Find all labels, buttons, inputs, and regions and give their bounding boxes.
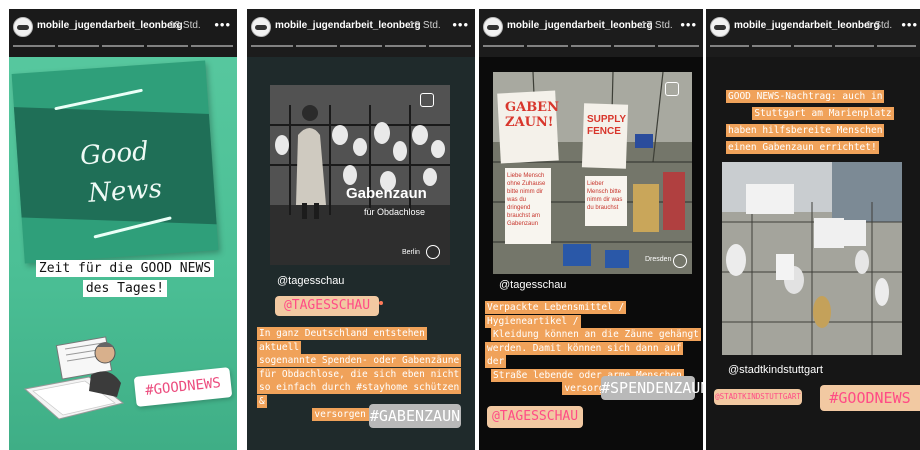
account-avatar-icon[interactable] (251, 17, 271, 37)
caption-line-1: Zeit für die GOOD NEWS (25, 259, 225, 278)
speaker-icon[interactable] (665, 82, 679, 96)
photo-credit: Dresden (645, 256, 672, 263)
source-handle[interactable]: @tagesschau (499, 279, 566, 291)
post-time: 18 Std. (169, 20, 201, 31)
more-options-icon[interactable]: ••• (452, 17, 469, 32)
tagesschau-logo-icon (673, 254, 687, 268)
gabenzaun-dresden-photo: GABEN ZAUN! SUPPLY FENCE Liebe Mensch oh… (493, 72, 692, 274)
hashtag-gabenzaun[interactable]: #GABENZAUN (369, 404, 461, 428)
story-1[interactable]: mobile_jugendarbeit_leonberg 18 Std. •••… (9, 9, 237, 450)
more-options-icon[interactable]: ••• (214, 17, 231, 32)
account-avatar-icon[interactable] (13, 17, 33, 37)
story-progress-bar (710, 45, 916, 47)
story-4[interactable]: mobile_jugendarbeit_leonberg 1 Std. ••• … (706, 9, 920, 450)
story-progress-bar (251, 45, 471, 47)
newspaper-reader-illustration (23, 336, 125, 420)
tagesschau-logo-icon (426, 245, 440, 259)
story-text-block: GOOD NEWS-Nachtrag: auch in Stuttgart am… (726, 90, 894, 154)
account-avatar-icon[interactable] (483, 17, 503, 37)
more-options-icon[interactable]: ••• (901, 17, 918, 32)
photo-credit: Berlin (402, 249, 420, 256)
account-name[interactable]: mobile_jugendarbeit_leonberg (507, 20, 653, 31)
story-header: mobile_jugendarbeit_leonberg 17 Std. ••• (479, 9, 703, 57)
sign-supply-fence: SUPPLY FENCE (587, 114, 626, 137)
gabenzaun-stuttgart-photo (722, 162, 902, 355)
hashtag-spendenzaun[interactable]: #SPENDENZAUN (601, 376, 703, 400)
mention-tagesschau[interactable]: @TAGESSCHAU (275, 296, 379, 316)
account-name[interactable]: mobile_jugendarbeit_leonberg (275, 20, 421, 31)
post-time: 1 Std. (866, 20, 893, 31)
photo-subtitle: für Obdachlose (364, 207, 426, 217)
more-options-icon[interactable]: ••• (680, 17, 697, 32)
story-progress-bar (13, 45, 233, 47)
post-time: 17 Std. (641, 20, 673, 31)
speaker-icon[interactable] (420, 93, 434, 107)
story-3[interactable]: mobile_jugendarbeit_leonberg 17 Std. ••• (479, 9, 703, 450)
caption-line-2: des Tages! (25, 279, 225, 298)
story-header: mobile_jugendarbeit_leonberg 18 Std. ••• (9, 9, 237, 57)
mention-tagesschau[interactable]: @TAGESSCHAU (487, 406, 583, 428)
account-avatar-icon[interactable] (710, 17, 730, 37)
sign-gabenzaun: GABEN ZAUN! (505, 100, 559, 130)
story-progress-bar (483, 45, 699, 47)
photo-title: Gabenzaun (346, 185, 427, 202)
mention-stadtkindstuttgart[interactable]: @STADTKINDSTUTTGART (714, 389, 802, 405)
sticker-dot (379, 301, 383, 305)
hashtag-goodnews[interactable]: #GOODNEWS (820, 385, 920, 411)
story-2[interactable]: mobile_jugendarbeit_leonberg 18 Std. ••• (247, 9, 475, 450)
story-header: mobile_jugendarbeit_leonberg 1 Std. ••• (706, 9, 920, 57)
source-handle[interactable]: @stadtkindstuttgart (728, 364, 823, 376)
account-name[interactable]: mobile_jugendarbeit_leonberg (37, 20, 183, 31)
story-header: mobile_jugendarbeit_leonberg 18 Std. ••• (247, 9, 475, 57)
gabenzaun-berlin-photo: Gabenzaun für Obdachlose Berlin (270, 85, 450, 265)
account-name[interactable]: mobile_jugendarbeit_leonberg (734, 20, 880, 31)
source-handle[interactable]: @tagesschau (277, 275, 344, 287)
post-time: 18 Std. (409, 20, 441, 31)
handwritten-note-right: Lieber Mensch bitte nimm dir was du brau… (587, 181, 623, 211)
hashtag-goodnews[interactable]: #GOODNEWS (133, 367, 233, 407)
good-news-graphic: Good News (11, 60, 219, 264)
handwritten-note-left: Liebe Mensch ohne Zuhause bitte nimm dir… (507, 173, 546, 227)
